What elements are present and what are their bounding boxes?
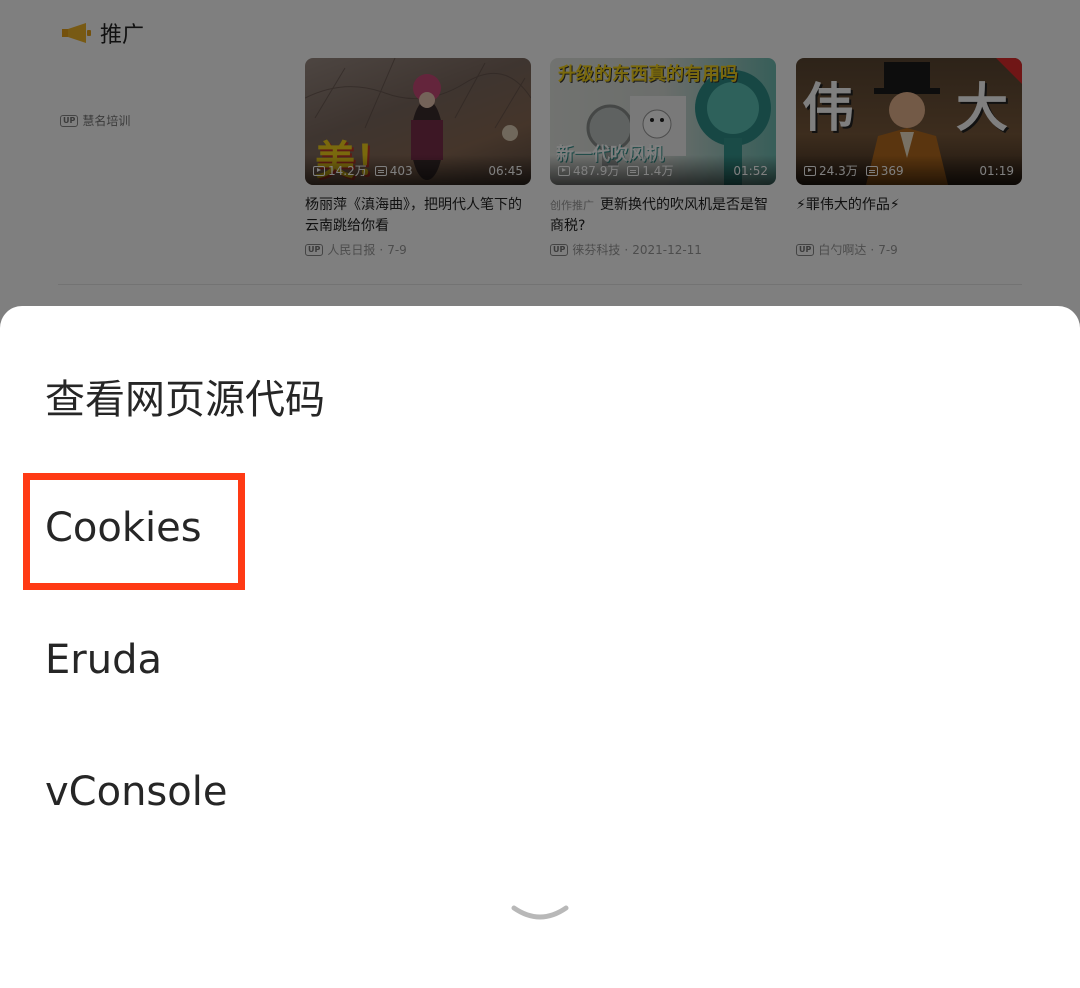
chevron-down-icon[interactable] (510, 904, 570, 926)
menu-item-label: Eruda (45, 637, 162, 683)
menu-item-eruda[interactable]: Eruda (0, 594, 1080, 726)
menu-item-view-source[interactable]: 查看网页源代码 (0, 330, 1080, 462)
menu-item-vconsole[interactable]: vConsole (0, 726, 1080, 858)
menu-item-label: vConsole (45, 769, 228, 815)
highlight-box (23, 473, 245, 590)
bottom-sheet-menu: 查看网页源代码 Cookies Eruda vConsole (0, 306, 1080, 988)
menu-item-label: 查看网页源代码 (45, 377, 325, 423)
